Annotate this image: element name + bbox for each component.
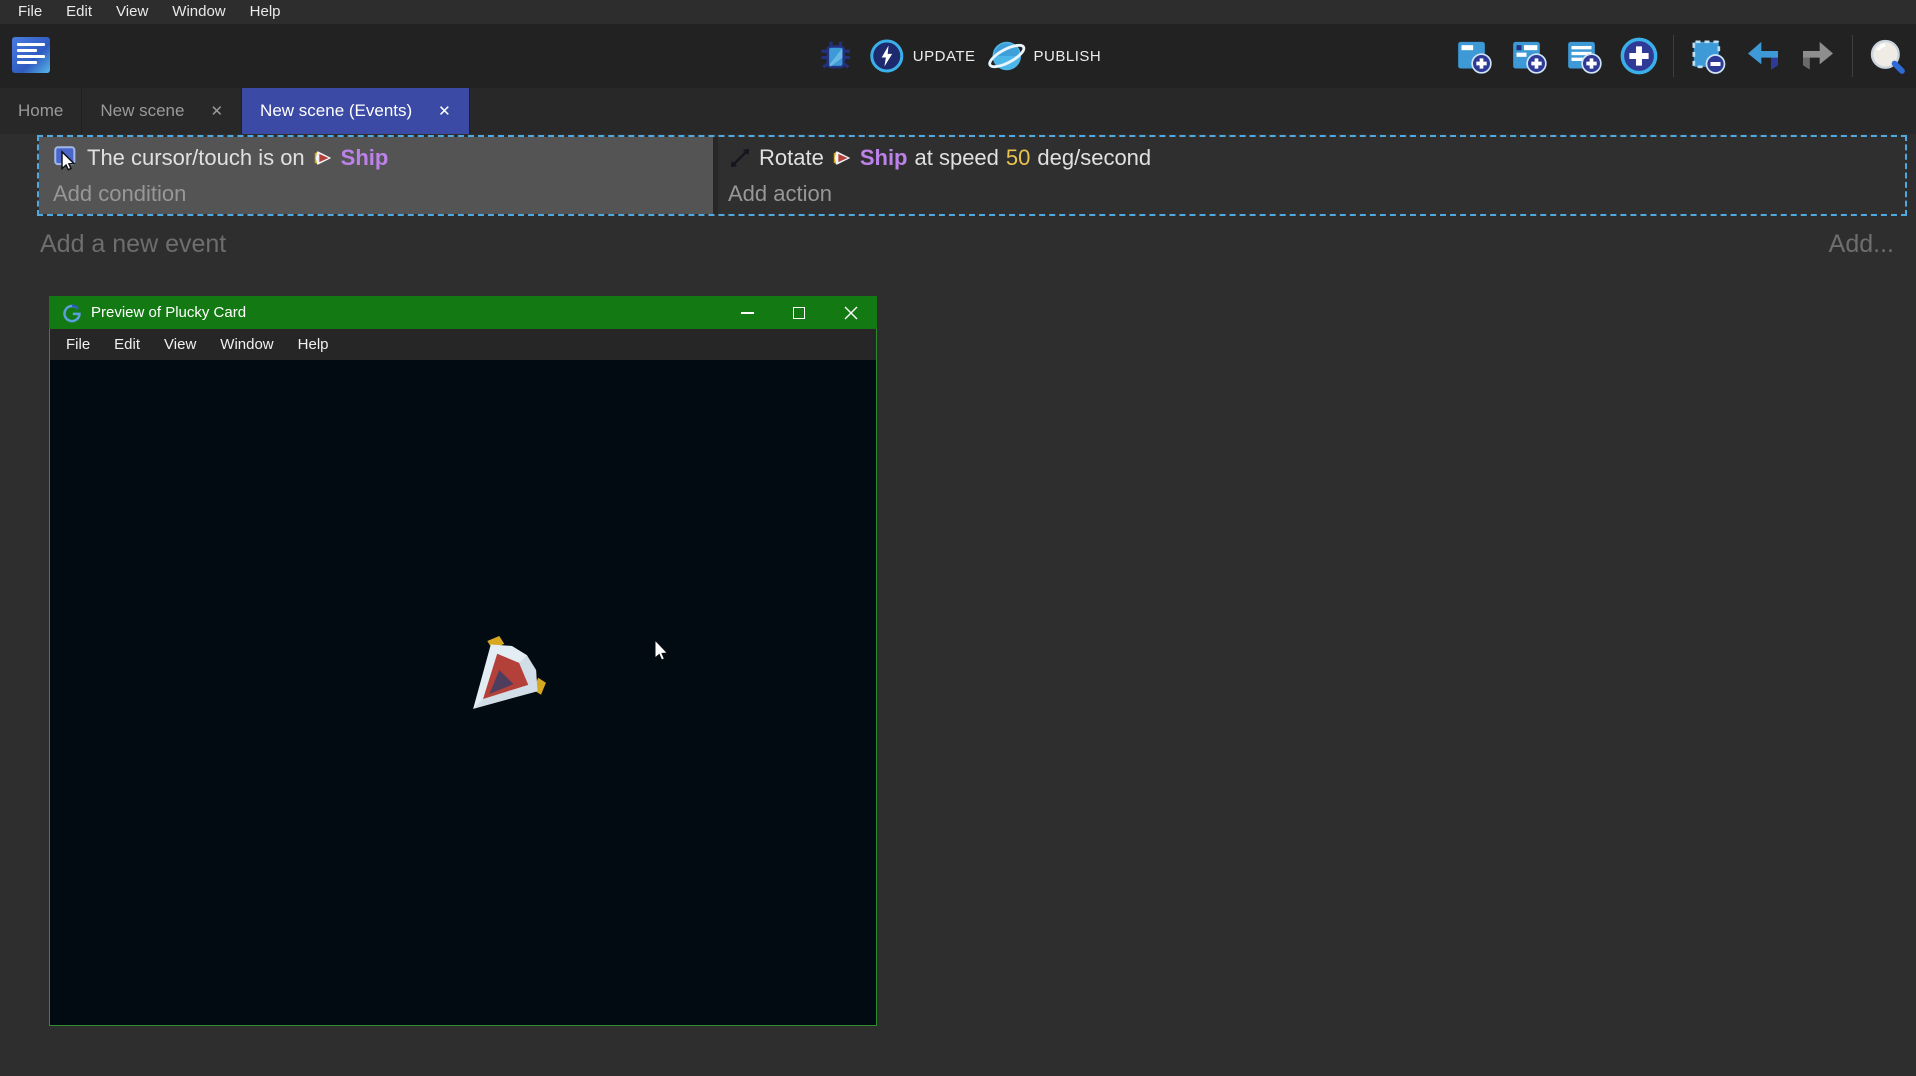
ship-sprite — [450, 632, 550, 732]
tab-close-icon[interactable]: ✕ — [210, 102, 223, 120]
add-action-link[interactable]: Add action — [728, 181, 1895, 207]
maximize-icon[interactable] — [773, 296, 825, 329]
add-new-event-icon[interactable] — [1453, 35, 1495, 77]
tab-label: Home — [18, 101, 63, 121]
preview-menu-window[interactable]: Window — [208, 336, 285, 353]
choose-add-event-icon[interactable] — [1618, 35, 1660, 77]
editor-tabbar: Home New scene ✕ New scene (Events) ✕ — [0, 88, 1916, 134]
tab-close-icon[interactable]: ✕ — [438, 102, 451, 120]
main-toolbar: UPDATE PUBLISH — [0, 24, 1916, 88]
menu-file[interactable]: File — [6, 0, 54, 24]
preview-title: Preview of Plucky Card — [91, 304, 246, 321]
action-verb: Rotate — [759, 145, 824, 171]
condition-object-name: Ship — [341, 145, 389, 171]
tab-label: New scene (Events) — [260, 101, 412, 121]
action-suffix-text: deg/second — [1037, 145, 1151, 171]
delete-selection-icon[interactable] — [1687, 35, 1729, 77]
ship-object-icon — [312, 147, 334, 169]
add-sub-event-icon[interactable] — [1508, 35, 1550, 77]
preview-menubar: File Edit View Window Help — [49, 329, 877, 360]
add-condition-link[interactable]: Add condition — [53, 181, 703, 207]
update-button[interactable]: UPDATE — [869, 38, 976, 74]
publish-label: PUBLISH — [1034, 48, 1102, 65]
ship-object-icon — [831, 147, 853, 169]
add-comment-icon[interactable] — [1563, 35, 1605, 77]
close-icon[interactable] — [825, 296, 877, 329]
action-value: 50 — [1006, 145, 1030, 171]
publish-button[interactable]: PUBLISH — [988, 37, 1102, 75]
preview-menu-help[interactable]: Help — [286, 336, 341, 353]
preview-menu-edit[interactable]: Edit — [102, 336, 152, 353]
app-menubar: File Edit View Window Help — [0, 0, 1916, 24]
preview-menu-view[interactable]: View — [152, 336, 208, 353]
toolbar-separator — [1673, 35, 1674, 77]
gdevelop-logo-icon — [62, 303, 82, 323]
search-icon[interactable] — [1866, 35, 1908, 77]
preview-menu-file[interactable]: File — [54, 336, 102, 353]
menu-help[interactable]: Help — [238, 0, 293, 24]
tab-new-scene-events[interactable]: New scene (Events) ✕ — [242, 88, 470, 134]
tab-new-scene[interactable]: New scene ✕ — [82, 88, 242, 134]
preview-window: Preview of Plucky Card File Edit View Wi… — [49, 296, 877, 1026]
tab-home[interactable]: Home — [0, 88, 82, 134]
event-row-selected[interactable]: The cursor/touch is on Ship Add conditio… — [37, 135, 1907, 216]
debugger-icon[interactable] — [815, 35, 857, 77]
update-lightning-icon — [869, 38, 905, 74]
condition-text: The cursor/touch is on — [87, 145, 305, 171]
tab-label: New scene — [100, 101, 184, 121]
mouse-cursor-icon — [654, 640, 670, 664]
event-actions-cell[interactable]: Rotate Ship at speed 50 deg/second Add a… — [713, 137, 1905, 214]
menu-view[interactable]: View — [104, 0, 160, 24]
publish-planet-icon — [988, 37, 1026, 75]
add-new-event-link[interactable]: Add a new event — [40, 230, 226, 259]
minimize-icon[interactable] — [721, 296, 773, 329]
action-object-name: Ship — [860, 145, 908, 171]
project-manager-icon[interactable] — [12, 37, 50, 73]
redo-icon[interactable] — [1797, 35, 1839, 77]
preview-titlebar[interactable]: Preview of Plucky Card — [49, 296, 877, 329]
menu-window[interactable]: Window — [160, 0, 237, 24]
toolbar-separator — [1852, 35, 1853, 77]
cursor-on-object-icon — [53, 145, 80, 172]
update-label: UPDATE — [913, 48, 976, 65]
rotate-action-icon — [728, 146, 752, 170]
action-middle-text: at speed — [915, 145, 999, 171]
undo-icon[interactable] — [1742, 35, 1784, 77]
add-event-button[interactable]: Add... — [1829, 230, 1894, 259]
gdevelop-window: File Edit View Window Help — [0, 0, 1916, 1076]
event-conditions-cell[interactable]: The cursor/touch is on Ship Add conditio… — [39, 137, 713, 214]
game-canvas[interactable] — [49, 360, 877, 1026]
menu-edit[interactable]: Edit — [54, 0, 104, 24]
